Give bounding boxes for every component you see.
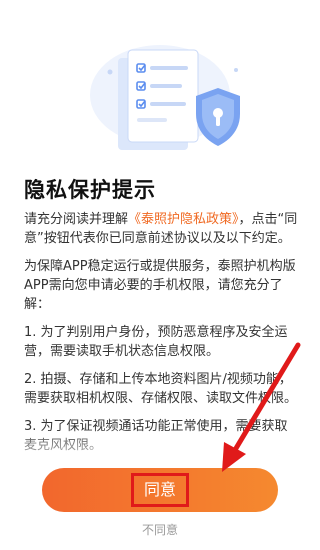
permission-item: 1. 为了判别用户身份，预防恶意程序及安全运营，需要读取手机状态信息权限。 bbox=[24, 325, 288, 359]
shield-lock-icon bbox=[196, 88, 240, 146]
agree-button-label: 同意 bbox=[130, 473, 189, 507]
intro-prefix: 请充分阅读并理解 bbox=[24, 212, 129, 227]
document-checklist-icon bbox=[118, 49, 199, 150]
agree-button[interactable]: 同意 bbox=[42, 468, 278, 512]
privacy-illustration bbox=[90, 45, 240, 150]
dialog-title: 隐私保护提示 bbox=[24, 178, 156, 202]
intro-paragraph: 请充分阅读并理解《泰照护隐私政策》，点击“同意”按钮代表你已同意前述协议以及以下… bbox=[24, 210, 300, 248]
scroll-fade bbox=[0, 428, 320, 470]
permission-item: 2. 拍摄、存储和上传本地资料图片/视频功能，需要获取相机权限、存储权限、读取文… bbox=[24, 372, 298, 406]
disagree-button[interactable]: 不同意 bbox=[0, 521, 320, 538]
dialog-content: 请充分阅读并理解《泰照护隐私政策》，点击“同意”按钮代表你已同意前述协议以及以下… bbox=[24, 210, 300, 464]
privacy-policy-link[interactable]: 《泰照护隐私政策》 bbox=[128, 212, 239, 227]
permission-intro: 为保障APP稳定运行或提供服务，泰照护机构版APP需向您申请必要的手机权限，请您… bbox=[24, 259, 296, 312]
